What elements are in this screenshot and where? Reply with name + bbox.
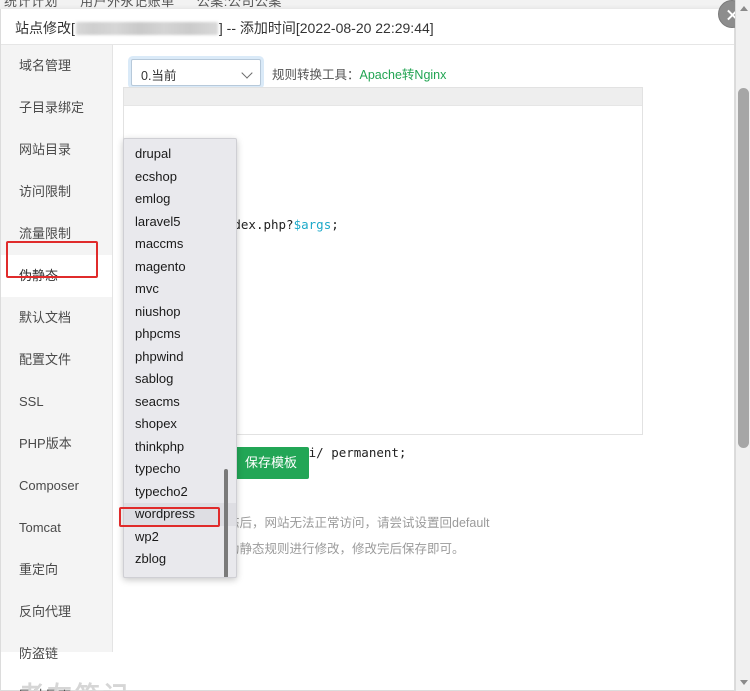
dropdown-list: drupal ecshop emlog laravel5 maccms mage… [124,139,236,571]
sidebar-item-tomcat[interactable]: Tomcat [1,507,112,549]
dropdown-item-mvc[interactable]: mvc [124,278,236,301]
rewrite-rule-select[interactable]: 0.当前 [131,59,261,86]
sidebar-item-subdirectory[interactable]: 子目录绑定 [1,87,112,129]
dropdown-item-typecho[interactable]: typecho [124,458,236,481]
chevron-down-icon [241,67,253,79]
dropdown-item-niushop[interactable]: niushop [124,301,236,324]
modal-title: 站点修改[ ] -- 添加时间[2022-08-20 22:29:44] [15,18,434,38]
code-token-semicolon: ; [331,217,339,232]
scroll-up-arrow-icon[interactable] [739,6,748,11]
dropdown-item-emlog[interactable]: emlog [124,188,236,211]
dropdown-item-wp2[interactable]: wp2 [124,526,236,549]
sidebar-item-php-version[interactable]: PHP版本 [1,423,112,465]
sidebar-item-access-limit[interactable]: 访问限制 [1,171,112,213]
background-crumb: 统计计划 [4,0,59,9]
sidebar-item-site-log[interactable]: 网站日志 [1,675,112,691]
screen-root: 统计计划 用户外永记账单 公案:公司公案 站点修改[ ] -- 添加时间[2022… [0,0,750,691]
dropdown-item-laravel5[interactable]: laravel5 [124,211,236,234]
sidebar-item-domain[interactable]: 域名管理 [1,45,112,87]
modal-body: 域名管理 子目录绑定 网站目录 访问限制 流量限制 伪静态 默认文档 配置文件 … [1,45,734,691]
sidebar-item-ssl[interactable]: SSL [1,381,112,423]
dropdown-item-ecshop[interactable]: ecshop [124,166,236,189]
dropdown-item-shopex[interactable]: shopex [124,413,236,436]
dropdown-item-seacms[interactable]: seacms [124,391,236,414]
rewrite-toolbar: 0.当前 规则转换工具：Apache转Nginx [122,59,718,89]
sidebar-item-hotlink-protection[interactable]: 防盗链 [1,633,112,675]
save-template-button[interactable]: 保存模板 [233,447,310,479]
site-edit-modal: 站点修改[ ] -- 添加时间[2022-08-20 22:29:44] 域名管理… [0,0,746,691]
settings-sidebar: 域名管理 子目录绑定 网站目录 访问限制 流量限制 伪静态 默认文档 配置文件 … [1,45,113,691]
background-crumb: 用户外永记账单 [80,0,175,9]
modal-title-prefix: 站点修改[ [15,20,75,36]
dropdown-item-phpwind[interactable]: phpwind [124,346,236,369]
rewrite-rule-select-value: 0.当前 [141,69,177,83]
sidebar-item-redirect[interactable]: 重定向 [1,549,112,591]
sidebar-item-composer[interactable]: Composer [1,465,112,507]
apache-to-nginx-link[interactable]: Apache转Nginx [360,68,447,82]
sidebar-item-site-directory[interactable]: 网站目录 [1,129,112,171]
dropdown-item-sablog[interactable]: sablog [124,368,236,391]
dropdown-item-wordpress[interactable]: wordpress [124,503,236,526]
rewrite-rule-dropdown[interactable]: drupal ecshop emlog laravel5 maccms mage… [123,138,237,578]
dropdown-scrollbar[interactable] [224,469,228,577]
dropdown-item-thinkphp[interactable]: thinkphp [124,436,236,459]
dropdown-item-phpcms[interactable]: phpcms [124,323,236,346]
dropdown-item-typecho2[interactable]: typecho2 [124,481,236,504]
sidebar-item-default-document[interactable]: 默认文档 [1,297,112,339]
sidebar-item-config-file[interactable]: 配置文件 [1,339,112,381]
sidebar-item-traffic-limit[interactable]: 流量限制 [1,213,112,255]
background-crumb: 公案:公司公案 [196,0,282,9]
redacted-domain [75,22,218,35]
converter-label: 规则转换工具： [272,68,360,82]
converter-label-wrap: 规则转换工具：Apache转Nginx [272,64,446,83]
dropdown-item-magento[interactable]: magento [124,256,236,279]
page-scrollbar[interactable] [735,0,750,691]
editor-top-bar [124,88,642,106]
code-token-args: $args [293,217,332,232]
sidebar-item-reverse-proxy[interactable]: 反向代理 [1,591,112,633]
modal-header: 站点修改[ ] -- 添加时间[2022-08-20 22:29:44] [1,0,746,45]
dropdown-item-drupal[interactable]: drupal [124,143,236,166]
dropdown-item-zblog[interactable]: zblog [124,548,236,571]
sidebar-item-rewrite[interactable]: 伪静态 [1,255,112,297]
page-scrollbar-thumb[interactable] [738,88,749,448]
scroll-down-arrow-icon[interactable] [739,680,748,685]
dropdown-item-maccms[interactable]: maccms [124,233,236,256]
modal-title-suffix: ] -- 添加时间[2022-08-20 22:29:44] [218,20,434,36]
